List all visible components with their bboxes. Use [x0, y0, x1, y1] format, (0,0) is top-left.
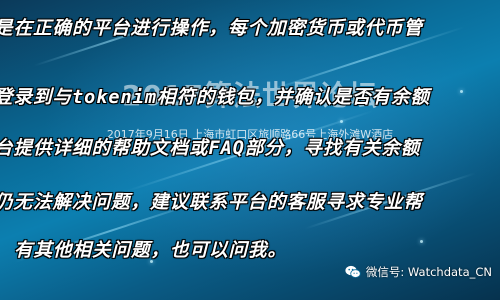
- wechat-icon: [345, 265, 361, 279]
- wechat-id-text: 微信号: Watchdata_CN: [365, 265, 492, 279]
- glow-dot: [420, 240, 423, 243]
- image-canvas: 2017算法世界论坛 2017年9月16日 上海市虹口区旅顺路66号上海外滩W酒…: [0, 0, 500, 300]
- text-line-4: 仍无法解决问题，建议联系平台的客服寻求专业帮: [0, 192, 424, 213]
- text-line-3: 台提供详细的帮助文档或FAQ部分，寻找有关余额: [0, 138, 421, 159]
- text-line-1: 是在正确的平台进行操作，每个加密货币或代币管: [0, 18, 424, 39]
- text-line-5: 有其他相关问题，也可以问我。: [14, 240, 288, 261]
- text-line-2: 登录到与tokenim相符的钱包，并确认是否有余额: [0, 87, 430, 108]
- wechat-credit: 微信号: Watchdata_CN: [345, 264, 492, 280]
- glow-dot: [340, 120, 343, 123]
